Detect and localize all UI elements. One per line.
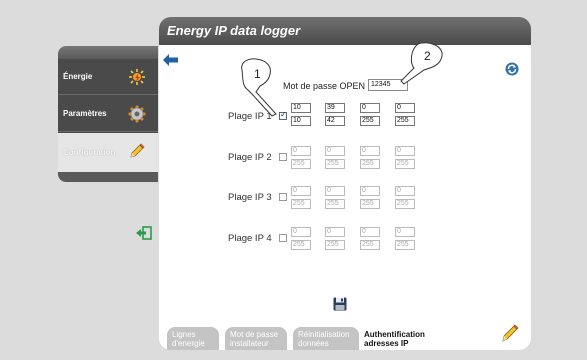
plage-ip-1-label: Plage IP 1 xyxy=(228,111,272,122)
ip-octet-input[interactable]: 255 xyxy=(360,199,380,209)
pencil-icon xyxy=(130,143,145,158)
ip-octet-input[interactable]: 255 xyxy=(325,240,345,250)
ip-octet-input[interactable]: 42 xyxy=(325,116,345,126)
ip-octet-input[interactable]: 10 xyxy=(291,116,311,126)
menu-top-cap xyxy=(58,46,158,59)
plage-ip-2-checkbox[interactable] xyxy=(279,153,287,161)
gear-icon xyxy=(128,105,146,123)
tab-label: Mot de passe xyxy=(230,330,279,339)
ip-octet-input[interactable]: 0 xyxy=(395,186,415,196)
ip-octet-input[interactable]: 10 xyxy=(291,103,311,113)
side-menu: Énergie Paramètres Configuration xyxy=(58,59,158,172)
ip-octet-input[interactable]: 0 xyxy=(360,227,380,237)
menu-bottom-cap xyxy=(58,172,158,182)
ip-octet-input[interactable]: 0 xyxy=(291,186,311,196)
ip-octet-input[interactable]: 0 xyxy=(325,186,345,196)
tab-mot-de-passe[interactable]: Mot de passe installateur xyxy=(225,327,287,350)
password-label: Mot de passe OPEN xyxy=(283,81,366,91)
ip-octet-input[interactable]: 255 xyxy=(395,159,415,169)
ip-octet-input[interactable]: 255 xyxy=(360,159,380,169)
menu-item-label: Configuration xyxy=(63,148,116,157)
callout-1: 1 xyxy=(241,58,277,117)
ip-octet-input[interactable]: 255 xyxy=(291,240,311,250)
plage-ip-1-checkbox[interactable] xyxy=(279,110,287,120)
tab-label: Réinitialisation xyxy=(298,330,350,339)
callout-2-number: 2 xyxy=(424,49,431,63)
window-header: Energy IP data logger xyxy=(159,17,531,46)
ip-octet-input[interactable]: 255 xyxy=(360,116,380,126)
tab-lignes-energie[interactable]: Lignes d'energie xyxy=(167,327,219,350)
plage-ip-4-checkbox[interactable] xyxy=(279,234,287,242)
tab-label: Lignes xyxy=(172,330,196,339)
ip-octet-input[interactable]: 0 xyxy=(360,186,380,196)
exit-icon[interactable] xyxy=(136,226,152,240)
tab-label: installateur xyxy=(230,339,269,348)
ip-octet-input[interactable]: 0 xyxy=(360,103,380,113)
ip-octet-input[interactable]: 0 xyxy=(325,146,345,156)
ip-octet-input[interactable]: 0 xyxy=(395,227,415,237)
ip-octet-input[interactable]: 0 xyxy=(291,146,311,156)
tab-label: adresses IP xyxy=(364,339,409,348)
plage-ip-2-label: Plage IP 2 xyxy=(228,152,272,163)
refresh-icon[interactable] xyxy=(505,62,519,76)
app-title: Energy IP data logger xyxy=(167,23,301,38)
ip-octet-input[interactable]: 255 xyxy=(395,240,415,250)
ip-octet-input[interactable]: 255 xyxy=(325,159,345,169)
menu-item-energie[interactable]: Énergie xyxy=(58,59,158,95)
plage-ip-3-label: Plage IP 3 xyxy=(228,192,272,203)
menu-item-configuration[interactable]: Configuration xyxy=(58,133,158,172)
ip-octet-input[interactable]: 0 xyxy=(395,103,415,113)
tab-authentification[interactable]: Authentification adresses IP xyxy=(360,327,440,350)
bottom-tabs: Lignes d'energie Mot de passe installate… xyxy=(159,327,531,350)
menu-item-parametres[interactable]: Paramètres xyxy=(58,96,158,132)
ip-octet-input[interactable]: 0 xyxy=(291,227,311,237)
plage-ip-3-checkbox[interactable] xyxy=(279,193,287,201)
ip-octet-input[interactable]: 255 xyxy=(395,199,415,209)
plage-ip-4-label: Plage IP 4 xyxy=(228,233,272,244)
ip-octet-input[interactable]: 0 xyxy=(395,146,415,156)
ip-octet-input[interactable]: 255 xyxy=(325,199,345,209)
energy-sun-icon xyxy=(129,69,145,85)
menu-item-label: Énergie xyxy=(63,72,93,81)
save-icon[interactable] xyxy=(333,297,347,311)
ip-octet-input[interactable]: 39 xyxy=(325,103,345,113)
ip-octet-input[interactable]: 0 xyxy=(325,227,345,237)
tab-label: d'energie xyxy=(172,339,205,348)
tab-label: Authentification xyxy=(364,330,425,339)
ip-octet-input[interactable]: 255 xyxy=(360,240,380,250)
ip-octet-input[interactable]: 255 xyxy=(291,199,311,209)
callout-1-number: 1 xyxy=(254,67,261,81)
tab-label: données xyxy=(298,339,329,348)
ip-octet-input[interactable]: 255 xyxy=(291,159,311,169)
callout-2: 2 xyxy=(400,42,443,85)
ip-octet-input[interactable]: 0 xyxy=(360,146,380,156)
back-arrow-icon[interactable] xyxy=(163,54,179,66)
edit-pencil-icon[interactable] xyxy=(500,322,520,344)
menu-item-label: Paramètres xyxy=(63,109,107,118)
ip-octet-input[interactable]: 255 xyxy=(395,116,415,126)
tab-reinitialisation[interactable]: Réinitialisation données xyxy=(293,327,359,350)
